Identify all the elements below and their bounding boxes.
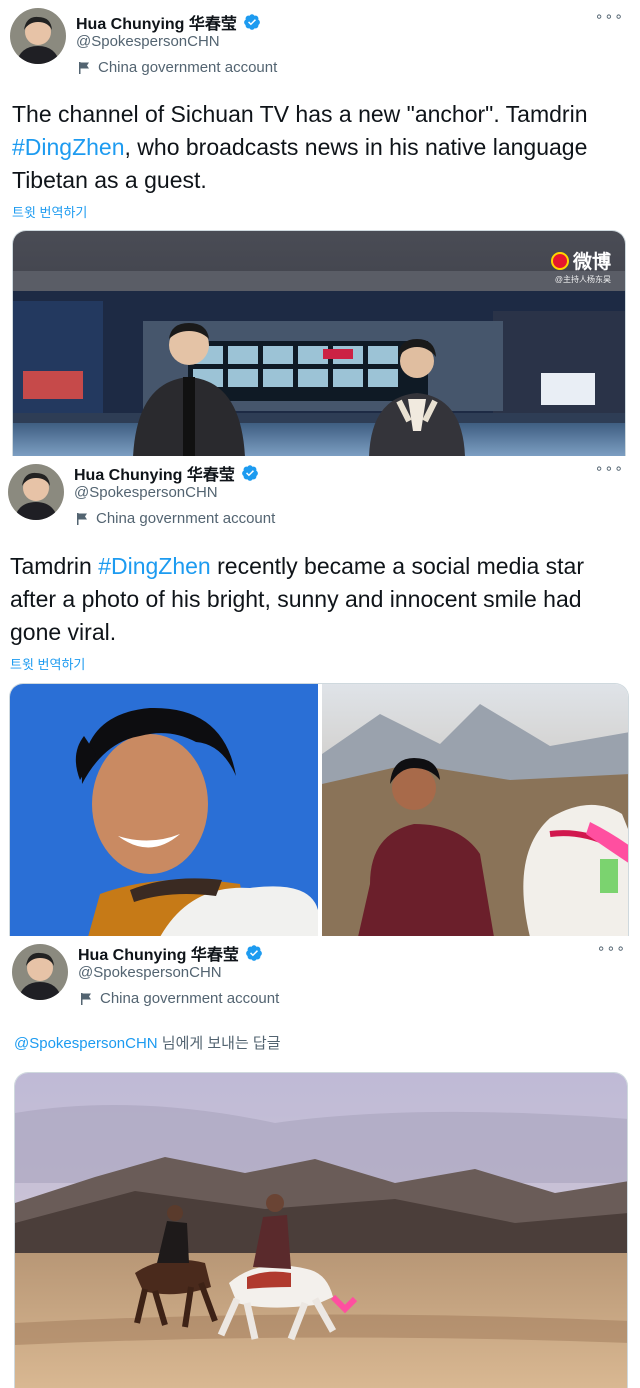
- profile-avatar[interactable]: [8, 464, 64, 520]
- verified-badge-icon: [244, 14, 260, 30]
- tweet-media-video[interactable]: [14, 1072, 628, 1388]
- government-account-label: China government account: [80, 990, 279, 1007]
- tweet-text: The channel of Sichuan TV has a new "anc…: [12, 98, 632, 197]
- profile-avatar[interactable]: [10, 8, 66, 64]
- more-options-icon[interactable]: ∘∘∘: [597, 940, 626, 957]
- government-account-text: China government account: [98, 59, 278, 76]
- weibo-watermark-text: 微博: [572, 252, 611, 273]
- weibo-logo-icon: [550, 251, 569, 270]
- display-name[interactable]: Hua Chunying 华春莹: [78, 941, 239, 965]
- profile-avatar[interactable]: [12, 944, 68, 1000]
- reply-suffix: 님에게 보내는 답글: [157, 1035, 281, 1052]
- photo-left-portrait: [10, 684, 318, 936]
- tweet-media-video[interactable]: 微博 @主持人杨东昊: [12, 230, 626, 456]
- photo-right-horse: [322, 684, 628, 936]
- translate-tweet-link[interactable]: 트윗 번역하기: [10, 654, 85, 673]
- verified-badge-icon: [242, 465, 258, 481]
- hashtag-link[interactable]: #DingZhen: [12, 134, 125, 160]
- horse-riders-image: [15, 1073, 627, 1388]
- tweet-1[interactable]: Hua Chunying 华春莹 @SpokespersonCHN China …: [0, 0, 640, 456]
- more-options-icon[interactable]: ∘∘∘: [595, 8, 624, 25]
- tweet-text-part: Tamdrin: [10, 553, 99, 579]
- tweet-2[interactable]: Hua Chunying 华春莹 @SpokespersonCHN China …: [0, 456, 640, 936]
- government-account-text: China government account: [96, 510, 276, 527]
- more-options-icon[interactable]: ∘∘∘: [595, 460, 624, 477]
- tweet-media-photos[interactable]: [9, 683, 629, 936]
- verified-badge-icon: [246, 945, 262, 961]
- hashtag-link[interactable]: #DingZhen: [98, 553, 211, 579]
- tweet-3[interactable]: Hua Chunying 华春莹 @SpokespersonCHN China …: [0, 936, 640, 1388]
- user-handle[interactable]: @SpokespersonCHN: [76, 33, 220, 50]
- translate-tweet-link[interactable]: 트윗 번역하기: [12, 202, 87, 221]
- tweet-text-part: The channel of Sichuan TV has a new "anc…: [12, 101, 588, 127]
- photo-grid: [10, 684, 628, 936]
- government-account-text: China government account: [100, 990, 280, 1007]
- government-account-label: China government account: [78, 59, 277, 76]
- flag-icon: [79, 61, 89, 74]
- weibo-watermark: 微博 @主持人杨东昊: [550, 247, 611, 285]
- user-handle[interactable]: @SpokespersonCHN: [78, 964, 222, 981]
- tweet-text: Tamdrin #DingZhen recently became a soci…: [10, 550, 634, 649]
- flag-icon: [81, 992, 91, 1005]
- replying-to: @SpokespersonCHN 님에게 보내는 답글: [14, 1032, 281, 1053]
- government-account-label: China government account: [76, 510, 275, 527]
- reply-mention-link[interactable]: @SpokespersonCHN: [14, 1035, 158, 1052]
- display-name[interactable]: Hua Chunying 华春莹: [74, 461, 235, 485]
- display-name[interactable]: Hua Chunying 华春莹: [76, 10, 237, 34]
- weibo-watermark-subtext: @主持人杨东昊: [554, 275, 611, 284]
- tv-studio-image: [13, 231, 625, 456]
- flag-icon: [77, 512, 87, 525]
- user-handle[interactable]: @SpokespersonCHN: [74, 484, 218, 501]
